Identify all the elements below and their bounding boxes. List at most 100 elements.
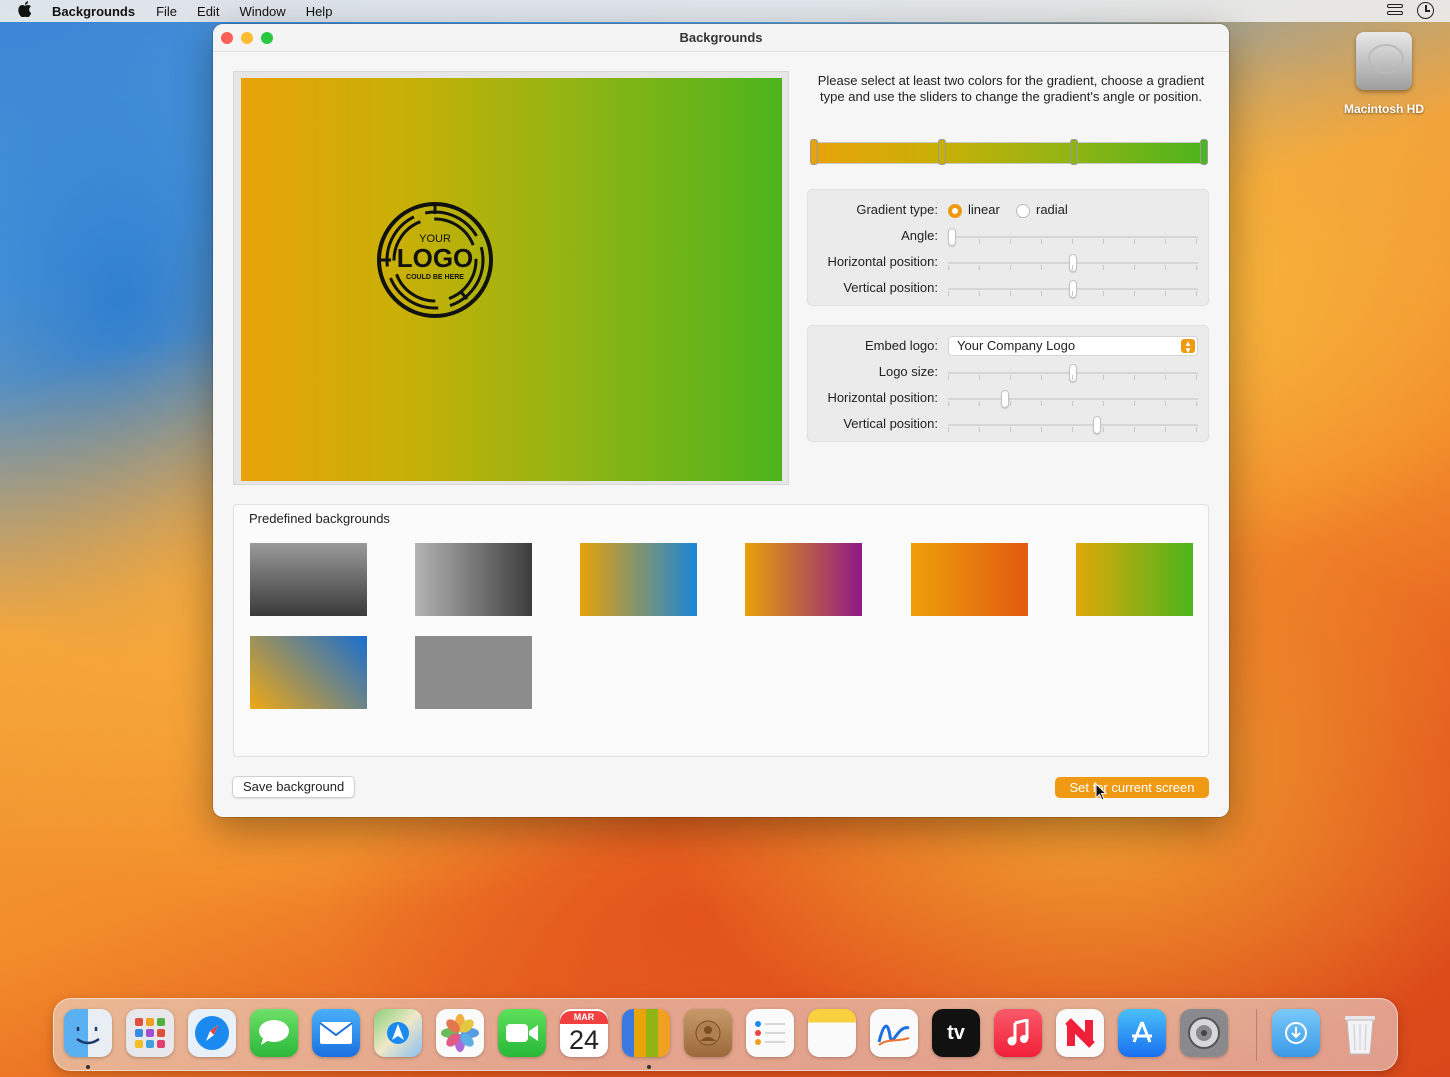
logo-hpos-slider[interactable] (948, 390, 1198, 408)
predefined-thumb-7[interactable] (250, 636, 367, 709)
zoom-button[interactable] (261, 32, 273, 44)
logo-text-bottom: COULD BE HERE (406, 274, 464, 281)
menu-app-name[interactable]: Backgrounds (52, 4, 135, 19)
predefined-thumb-2[interactable] (415, 543, 532, 616)
finder-icon[interactable] (64, 1009, 112, 1057)
facetime-icon[interactable] (498, 1009, 546, 1057)
slider-tick (1103, 265, 1104, 270)
mouse-cursor-icon (1095, 783, 1107, 801)
gradient-hpos-slider[interactable] (948, 254, 1198, 272)
messages-icon[interactable] (250, 1009, 298, 1057)
gradient-stop-4[interactable] (1200, 139, 1208, 165)
radio-radial-label[interactable]: radial (1036, 202, 1068, 217)
gradient-vpos-label: Vertical position: (843, 280, 938, 295)
angle-slider-knob[interactable] (948, 228, 956, 246)
gradient-vpos-slider[interactable] (948, 280, 1198, 298)
slider-tick (1041, 427, 1042, 432)
slider-tick (948, 291, 949, 296)
background-preview: YOUR LOGO COULD BE HERE (241, 78, 782, 481)
slider-tick (1134, 375, 1135, 380)
photos-icon[interactable] (436, 1009, 484, 1057)
slider-tick (1041, 291, 1042, 296)
slider-tick (1072, 239, 1073, 244)
tv-icon[interactable]: tv (932, 1009, 980, 1057)
slider-tick (1134, 265, 1135, 270)
reminders-icon[interactable] (746, 1009, 794, 1057)
slider-tick (1010, 265, 1011, 270)
embed-logo-label: Embed logo: (865, 338, 938, 353)
hard-drive-icon (1356, 32, 1412, 90)
notes-icon[interactable] (808, 1009, 856, 1057)
gradient-vpos-knob[interactable] (1069, 280, 1077, 298)
slider-tick (1072, 291, 1073, 296)
radio-radial[interactable] (1016, 204, 1030, 218)
gradient-hpos-label: Horizontal position: (827, 254, 938, 269)
slider-tick (1165, 427, 1166, 432)
control-center-icon[interactable] (1387, 4, 1403, 18)
predefined-thumb-3[interactable] (580, 543, 697, 616)
slider-tick (1103, 239, 1104, 244)
embed-logo-select[interactable]: Your Company Logo ▲ ▼ (948, 336, 1198, 356)
logo-vpos-slider[interactable] (948, 416, 1198, 434)
predefined-thumb-4[interactable] (745, 543, 862, 616)
logo-size-knob[interactable] (1069, 364, 1077, 382)
logo-size-slider[interactable] (948, 364, 1198, 382)
downloads-folder-icon[interactable] (1272, 1009, 1320, 1057)
apple-menu-icon[interactable] (18, 1, 38, 21)
instructions-text: Please select at least two colors for th… (817, 73, 1205, 104)
slider-tick (1010, 401, 1011, 406)
slider-tick (948, 401, 949, 406)
minimize-button[interactable] (241, 32, 253, 44)
angle-slider[interactable] (948, 228, 1198, 246)
music-icon[interactable] (994, 1009, 1042, 1057)
calendar-day: 24 (568, 1024, 600, 1055)
maps-icon[interactable] (374, 1009, 422, 1057)
save-background-button[interactable]: Save background (232, 776, 356, 798)
system-settings-icon[interactable] (1180, 1009, 1228, 1057)
gradient-stop-3[interactable] (1070, 139, 1078, 165)
predefined-thumb-6[interactable] (1076, 543, 1193, 616)
tv-label: tv (947, 1021, 965, 1044)
set-for-current-screen-button[interactable]: Set for current screen (1055, 777, 1209, 798)
predefined-thumb-8[interactable] (415, 636, 532, 709)
gradient-stop-1[interactable] (810, 139, 818, 165)
slider-tick (1041, 375, 1042, 380)
predefined-thumb-5[interactable] (911, 543, 1028, 616)
angle-row: Angle: (808, 226, 1208, 246)
radio-linear[interactable] (948, 204, 962, 218)
radio-linear-label[interactable]: linear (968, 202, 1000, 217)
trash-icon[interactable] (1336, 1009, 1384, 1057)
desktop-drive[interactable]: Macintosh HD (1338, 32, 1430, 116)
slider-tick (1072, 375, 1073, 380)
backgrounds-running-dot (647, 1065, 651, 1069)
contacts-icon[interactable] (684, 1009, 732, 1057)
menu-file[interactable]: File (156, 4, 177, 19)
safari-icon[interactable] (188, 1009, 236, 1057)
slider-tick (1103, 401, 1104, 406)
predefined-thumb-1[interactable] (250, 543, 367, 616)
slider-tick (1196, 239, 1197, 244)
gradient-stop-2[interactable] (938, 139, 946, 165)
menu-help[interactable]: Help (306, 4, 333, 19)
freeform-icon[interactable] (870, 1009, 918, 1057)
backgrounds-app-icon[interactable] (622, 1009, 670, 1057)
gradient-stop-bar[interactable] (810, 139, 1208, 165)
launchpad-icon[interactable] (126, 1009, 174, 1057)
select-arrows-icon: ▲ ▼ (1181, 339, 1195, 355)
news-icon[interactable] (1056, 1009, 1104, 1057)
calendar-icon[interactable]: MAR 24 (560, 1009, 608, 1057)
menu-edit[interactable]: Edit (197, 4, 219, 19)
slider-tick (1041, 239, 1042, 244)
mail-icon[interactable] (312, 1009, 360, 1057)
app-store-icon[interactable] (1118, 1009, 1166, 1057)
slider-tick (1103, 291, 1104, 296)
gradient-hpos-knob[interactable] (1069, 254, 1077, 272)
logo-hpos-knob[interactable] (1001, 390, 1010, 408)
gradient-hpos-row: Horizontal position: (808, 252, 1208, 272)
slider-tick (948, 427, 949, 432)
logo-vpos-knob[interactable] (1093, 416, 1102, 434)
close-button[interactable] (221, 32, 233, 44)
gradient-vpos-row: Vertical position: (808, 278, 1208, 298)
clock-icon[interactable] (1417, 2, 1434, 19)
menu-window[interactable]: Window (239, 4, 285, 19)
